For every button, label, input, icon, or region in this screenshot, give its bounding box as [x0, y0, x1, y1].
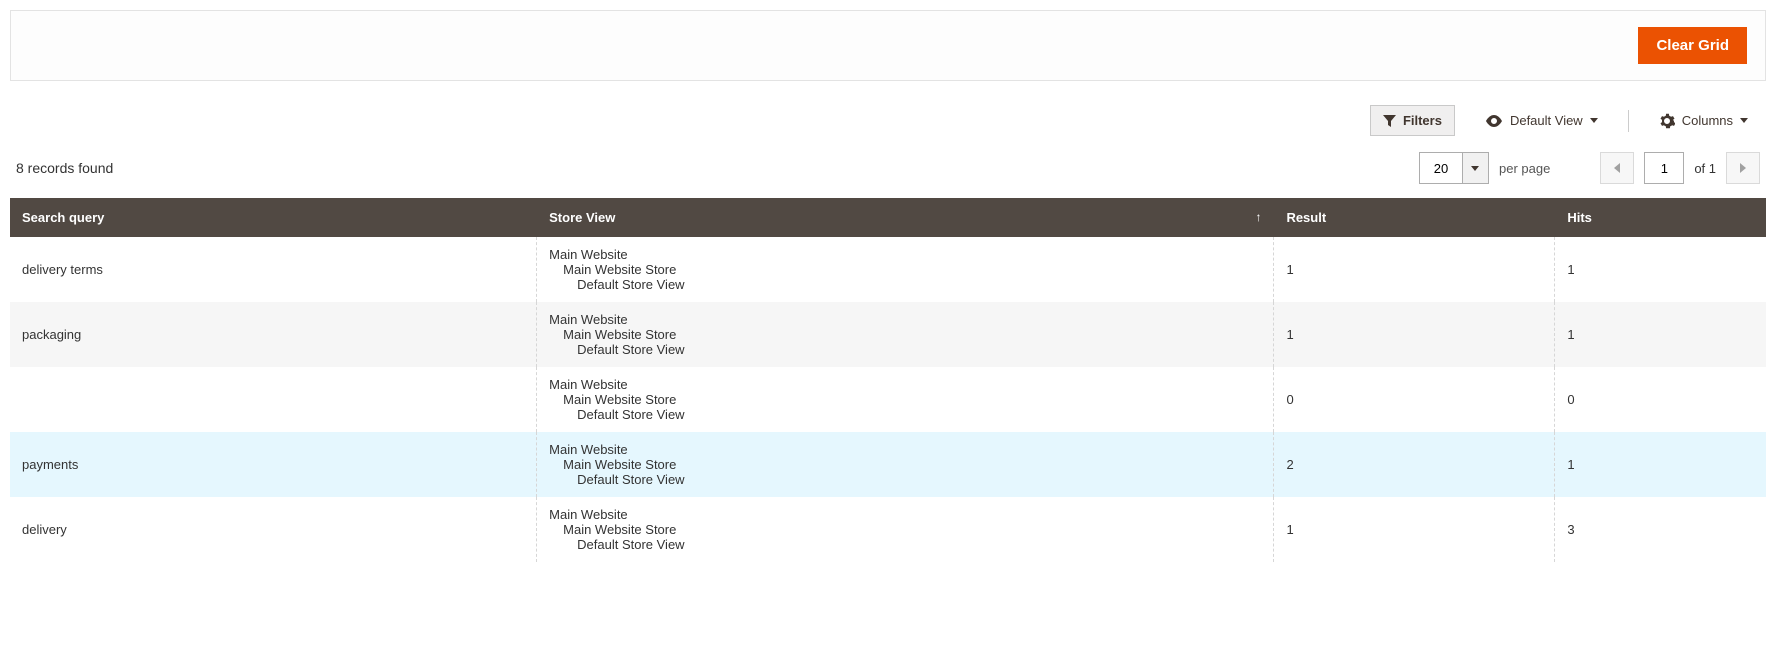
caret-down-icon	[1740, 118, 1748, 123]
store-l3: Default Store View	[549, 342, 1261, 357]
cell-text: 1	[1567, 327, 1574, 342]
cell-search-query	[10, 367, 537, 432]
cell-hits: 0	[1555, 367, 1766, 432]
filters-button[interactable]: Filters	[1370, 105, 1455, 136]
cell-store-view: Main WebsiteMain Website StoreDefault St…	[537, 497, 1274, 562]
store-l2: Main Website Store	[549, 262, 1261, 277]
store-l1: Main Website	[549, 507, 1261, 522]
page-size-selector[interactable]	[1419, 152, 1489, 184]
col-label: Search query	[22, 210, 104, 225]
table-row[interactable]: Main WebsiteMain Website StoreDefault St…	[10, 367, 1766, 432]
cell-text: 1	[1286, 262, 1293, 277]
sort-asc-icon: ↑	[1255, 210, 1261, 224]
grid-toolbar: Filters Default View Columns	[10, 101, 1766, 146]
default-view-dropdown[interactable]: Default View	[1473, 106, 1610, 135]
chevron-right-icon	[1740, 163, 1746, 173]
store-l2: Main Website Store	[549, 457, 1261, 472]
total-pages-label: of 1	[1694, 161, 1716, 176]
caret-down-icon	[1471, 166, 1479, 171]
cell-text: 1	[1286, 327, 1293, 342]
col-header-search-query[interactable]: Search query	[10, 198, 537, 237]
cell-hits: 3	[1555, 497, 1766, 562]
cell-search-query: delivery terms	[10, 237, 537, 302]
pager-controls: per page of 1	[1419, 152, 1760, 184]
cell-text: delivery terms	[22, 262, 103, 277]
cell-text: 0	[1286, 392, 1293, 407]
cell-hits: 1	[1555, 302, 1766, 367]
cell-result: 0	[1274, 367, 1555, 432]
cell-text: 1	[1286, 522, 1293, 537]
current-page-input[interactable]	[1644, 152, 1684, 184]
filters-label: Filters	[1403, 113, 1442, 128]
toolbar-divider	[1628, 110, 1629, 132]
eye-icon	[1485, 115, 1503, 127]
records-found-label: 8 records found	[16, 160, 113, 176]
store-l3: Default Store View	[549, 537, 1261, 552]
col-label: Result	[1286, 210, 1326, 225]
next-page-button[interactable]	[1726, 152, 1760, 184]
grid-header-row: Search query Store View ↑ Result Hits	[10, 198, 1766, 237]
cell-result: 1	[1274, 302, 1555, 367]
cell-search-query: packaging	[10, 302, 537, 367]
store-l1: Main Website	[549, 377, 1261, 392]
pager-row: 8 records found per page of 1	[10, 146, 1766, 198]
chevron-left-icon	[1614, 163, 1620, 173]
cell-search-query: payments	[10, 432, 537, 497]
cell-result: 2	[1274, 432, 1555, 497]
cell-store-view: Main WebsiteMain Website StoreDefault St…	[537, 432, 1274, 497]
cell-text: delivery	[22, 522, 67, 537]
store-l3: Default Store View	[549, 277, 1261, 292]
cell-result: 1	[1274, 497, 1555, 562]
per-page-label: per page	[1499, 161, 1550, 176]
table-row[interactable]: delivery Main WebsiteMain Website StoreDe…	[10, 497, 1766, 562]
prev-page-button[interactable]	[1600, 152, 1634, 184]
cell-text: 2	[1286, 457, 1293, 472]
cell-hits: 1	[1555, 432, 1766, 497]
cell-result: 1	[1274, 237, 1555, 302]
caret-down-icon	[1590, 118, 1598, 123]
funnel-icon	[1383, 115, 1396, 127]
default-view-label: Default View	[1510, 113, 1583, 128]
cell-text: 1	[1567, 457, 1574, 472]
store-l3: Default Store View	[549, 407, 1261, 422]
table-row[interactable]: delivery terms Main WebsiteMain Website S…	[10, 237, 1766, 302]
store-l2: Main Website Store	[549, 392, 1261, 407]
table-row[interactable]: packaging Main WebsiteMain Website StoreD…	[10, 302, 1766, 367]
store-l3: Default Store View	[549, 472, 1261, 487]
cell-text: 1	[1567, 262, 1574, 277]
col-header-hits[interactable]: Hits	[1555, 198, 1766, 237]
cell-store-view: Main WebsiteMain Website StoreDefault St…	[537, 237, 1274, 302]
cell-text: payments	[22, 457, 78, 472]
cell-text: packaging	[22, 327, 81, 342]
store-l1: Main Website	[549, 312, 1261, 327]
columns-label: Columns	[1682, 113, 1733, 128]
page-size-input[interactable]	[1420, 153, 1462, 183]
store-l2: Main Website Store	[549, 522, 1261, 537]
store-l1: Main Website	[549, 442, 1261, 457]
cell-store-view: Main WebsiteMain Website StoreDefault St…	[537, 367, 1274, 432]
top-action-bar: Clear Grid	[10, 10, 1766, 81]
col-label: Store View	[549, 210, 615, 225]
search-terms-grid: Search query Store View ↑ Result Hits de…	[10, 198, 1766, 562]
cell-search-query: delivery	[10, 497, 537, 562]
table-row[interactable]: payments Main WebsiteMain Website StoreDe…	[10, 432, 1766, 497]
gear-icon	[1659, 113, 1675, 129]
page-size-dropdown-toggle[interactable]	[1462, 153, 1488, 183]
cell-text: 3	[1567, 522, 1574, 537]
cell-text: 0	[1567, 392, 1574, 407]
store-l2: Main Website Store	[549, 327, 1261, 342]
store-l1: Main Website	[549, 247, 1261, 262]
col-label: Hits	[1567, 210, 1592, 225]
cell-store-view: Main WebsiteMain Website StoreDefault St…	[537, 302, 1274, 367]
col-header-result[interactable]: Result	[1274, 198, 1555, 237]
cell-hits: 1	[1555, 237, 1766, 302]
clear-grid-button[interactable]: Clear Grid	[1638, 27, 1747, 64]
col-header-store-view[interactable]: Store View ↑	[537, 198, 1274, 237]
columns-dropdown[interactable]: Columns	[1647, 106, 1760, 136]
